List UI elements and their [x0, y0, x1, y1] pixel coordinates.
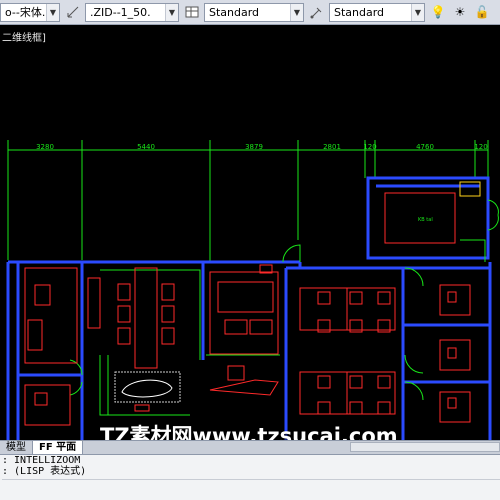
command-history-line: : (LISP 表达式) — [2, 466, 87, 477]
dim-text: 3280 — [36, 143, 54, 151]
layer-lock-icon[interactable]: 🔓 — [473, 3, 491, 21]
tab-plan[interactable]: FF 平面 — [33, 440, 84, 455]
room-label: KB tal — [418, 217, 433, 223]
bulb-icon[interactable]: 💡 — [429, 3, 447, 21]
dimension-lines — [7, 140, 489, 262]
multileader-style-icon[interactable] — [308, 3, 326, 21]
dim-text: 3879 — [245, 143, 263, 151]
conference-table — [114, 371, 181, 412]
dim-text: 5440 — [137, 143, 155, 151]
sun-icon[interactable]: ☀ — [451, 3, 469, 21]
command-window: : INTELLIZOOM : (LISP 表达式) — [0, 454, 500, 500]
dim-text: 4760 — [416, 143, 434, 151]
dim-text: 2801 — [323, 143, 341, 151]
command-history-line: : INTELLIZOOM — [2, 455, 81, 466]
horizontal-scrollbar[interactable] — [350, 442, 500, 452]
dim-style-icon[interactable] — [64, 3, 82, 21]
chevron-down-icon[interactable]: ▼ — [411, 3, 424, 21]
table-style-value: Standard — [334, 5, 385, 19]
table-style-icon[interactable] — [183, 3, 201, 21]
viewport-label[interactable]: 二维线框] — [2, 29, 46, 44]
text-font-value: o--宋体. — [5, 6, 46, 19]
chevron-down-icon[interactable]: ▼ — [290, 3, 303, 21]
styles-toolbar: o--宋体. ▼ .ZID--1_50. ▼ Standard ▼ Standa… — [0, 0, 500, 25]
text-style-dropdown[interactable]: Standard ▼ — [204, 2, 304, 22]
furniture — [24, 181, 481, 426]
table-style-dropdown[interactable]: Standard ▼ — [329, 2, 425, 22]
command-input[interactable] — [2, 479, 500, 499]
text-style-value: Standard — [209, 5, 260, 19]
dim-style-dropdown[interactable]: .ZID--1_50. ▼ — [85, 2, 179, 22]
floor-plan: 3280 5440 3879 2801 120 4760 120 KB tal — [6, 140, 499, 440]
dim-text: 120 — [363, 143, 376, 151]
chevron-down-icon[interactable]: ▼ — [165, 3, 178, 21]
chevron-down-icon[interactable]: ▼ — [46, 3, 59, 21]
dim-text: 120 — [474, 143, 487, 151]
text-font-dropdown[interactable]: o--宋体. ▼ — [0, 2, 60, 22]
dim-style-value: .ZID--1_50. — [90, 5, 151, 19]
tab-model[interactable]: 模型 — [0, 440, 33, 455]
drawing-canvas[interactable]: 3280 5440 3879 2801 120 4760 120 KB tal — [0, 27, 500, 440]
